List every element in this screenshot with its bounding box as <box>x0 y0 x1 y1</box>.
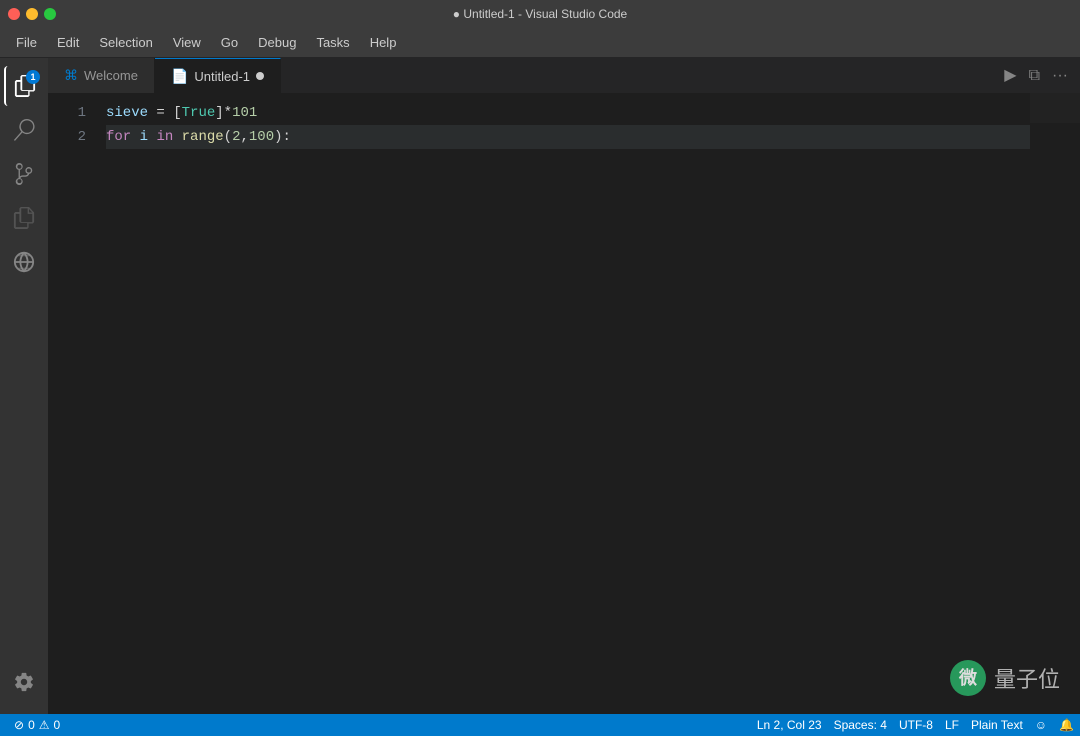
vscode-icon: ⌘ <box>64 67 78 84</box>
activity-bar: 1 <box>0 58 48 714</box>
notification-icon: 🔔 <box>1059 718 1074 732</box>
tab-welcome[interactable]: ⌘ Welcome <box>48 58 155 93</box>
status-language[interactable]: Plain Text <box>965 714 1029 736</box>
feedback-icon: ☺ <box>1035 718 1047 732</box>
status-cursor-position[interactable]: Ln 2, Col 23 <box>751 714 828 736</box>
status-right: Ln 2, Col 23 Spaces: 4 UTF-8 LF Plain Te… <box>751 714 1080 736</box>
split-editor-button[interactable]: ⧉ <box>1025 64 1044 88</box>
tab-welcome-label: Welcome <box>84 68 138 83</box>
line-number-2: 2 <box>48 125 86 149</box>
error-count: 0 <box>28 718 35 732</box>
activity-extensions[interactable] <box>4 198 44 238</box>
menu-help[interactable]: Help <box>362 31 405 54</box>
editor-area: ⌘ Welcome 📄 Untitled-1 ▶ ⧉ ··· 1 2 sieve… <box>48 58 1080 714</box>
window-controls <box>8 8 56 20</box>
menu-file[interactable]: File <box>8 31 45 54</box>
watermark: 微 量子位 <box>950 660 1060 696</box>
error-icon: ⊘ <box>14 718 24 732</box>
more-actions-button[interactable]: ··· <box>1048 64 1072 88</box>
status-encoding[interactable]: UTF-8 <box>893 714 939 736</box>
run-button[interactable]: ▶ <box>1000 64 1020 88</box>
warning-count: 0 <box>54 718 61 732</box>
activity-remote[interactable] <box>4 242 44 282</box>
minimize-button[interactable] <box>26 8 38 20</box>
status-notifications[interactable]: 🔔 <box>1053 714 1080 736</box>
wechat-logo: 微 <box>950 660 986 696</box>
editor-content[interactable]: 1 2 sieve = [True]*101 for i in range(2,… <box>48 93 1080 714</box>
tab-untitled-label: Untitled-1 <box>194 69 250 84</box>
main-layout: 1 <box>0 58 1080 714</box>
tabs-actions: ▶ ⧉ ··· <box>1000 58 1080 93</box>
tab-modified-dot <box>256 72 264 80</box>
svg-text:微: 微 <box>958 667 977 688</box>
indentation-label: Spaces: 4 <box>834 718 887 732</box>
watermark-brand: 量子位 <box>994 662 1060 694</box>
activity-search[interactable] <box>4 110 44 150</box>
cursor-position-label: Ln 2, Col 23 <box>757 718 822 732</box>
activity-bar-bottom <box>4 662 44 706</box>
language-label: Plain Text <box>971 718 1023 732</box>
file-icon: 📄 <box>171 68 188 85</box>
status-bar: ⊘ 0 ⚠ 0 Ln 2, Col 23 Spaces: 4 UTF-8 LF … <box>0 714 1080 736</box>
status-indentation[interactable]: Spaces: 4 <box>828 714 893 736</box>
menu-edit[interactable]: Edit <box>49 31 87 54</box>
menu-debug[interactable]: Debug <box>250 31 304 54</box>
status-errors[interactable]: ⊘ 0 ⚠ 0 <box>8 714 66 736</box>
menu-tasks[interactable]: Tasks <box>308 31 357 54</box>
line-number-1: 1 <box>48 101 86 125</box>
line-numbers: 1 2 <box>48 93 98 714</box>
activity-settings[interactable] <box>4 662 44 702</box>
close-button[interactable] <box>8 8 20 20</box>
status-line-ending[interactable]: LF <box>939 714 965 736</box>
minimap <box>1030 93 1080 714</box>
status-left: ⊘ 0 ⚠ 0 <box>0 714 74 736</box>
tab-untitled-1[interactable]: 📄 Untitled-1 <box>155 58 281 93</box>
maximize-button[interactable] <box>44 8 56 20</box>
menu-view[interactable]: View <box>165 31 209 54</box>
warning-icon: ⚠ <box>39 718 50 732</box>
activity-source-control[interactable] <box>4 154 44 194</box>
tabs-bar: ⌘ Welcome 📄 Untitled-1 ▶ ⧉ ··· <box>48 58 1080 93</box>
title-bar: ● Untitled-1 - Visual Studio Code <box>0 0 1080 28</box>
status-feedback[interactable]: ☺ <box>1029 714 1053 736</box>
menu-selection[interactable]: Selection <box>91 31 160 54</box>
code-line-1: sieve = [True]*101 <box>106 101 1030 125</box>
code-line-2: for i in range(2,100): <box>106 125 1030 149</box>
line-ending-label: LF <box>945 718 959 732</box>
activity-explorer[interactable]: 1 <box>4 66 44 106</box>
explorer-badge: 1 <box>26 70 40 84</box>
minimap-slider[interactable] <box>1030 93 1080 123</box>
window-title: ● Untitled-1 - Visual Studio Code <box>453 7 627 21</box>
menu-go[interactable]: Go <box>213 31 246 54</box>
menu-bar: File Edit Selection View Go Debug Tasks … <box>0 28 1080 58</box>
encoding-label: UTF-8 <box>899 718 933 732</box>
code-area[interactable]: sieve = [True]*101 for i in range(2,100)… <box>98 93 1030 714</box>
